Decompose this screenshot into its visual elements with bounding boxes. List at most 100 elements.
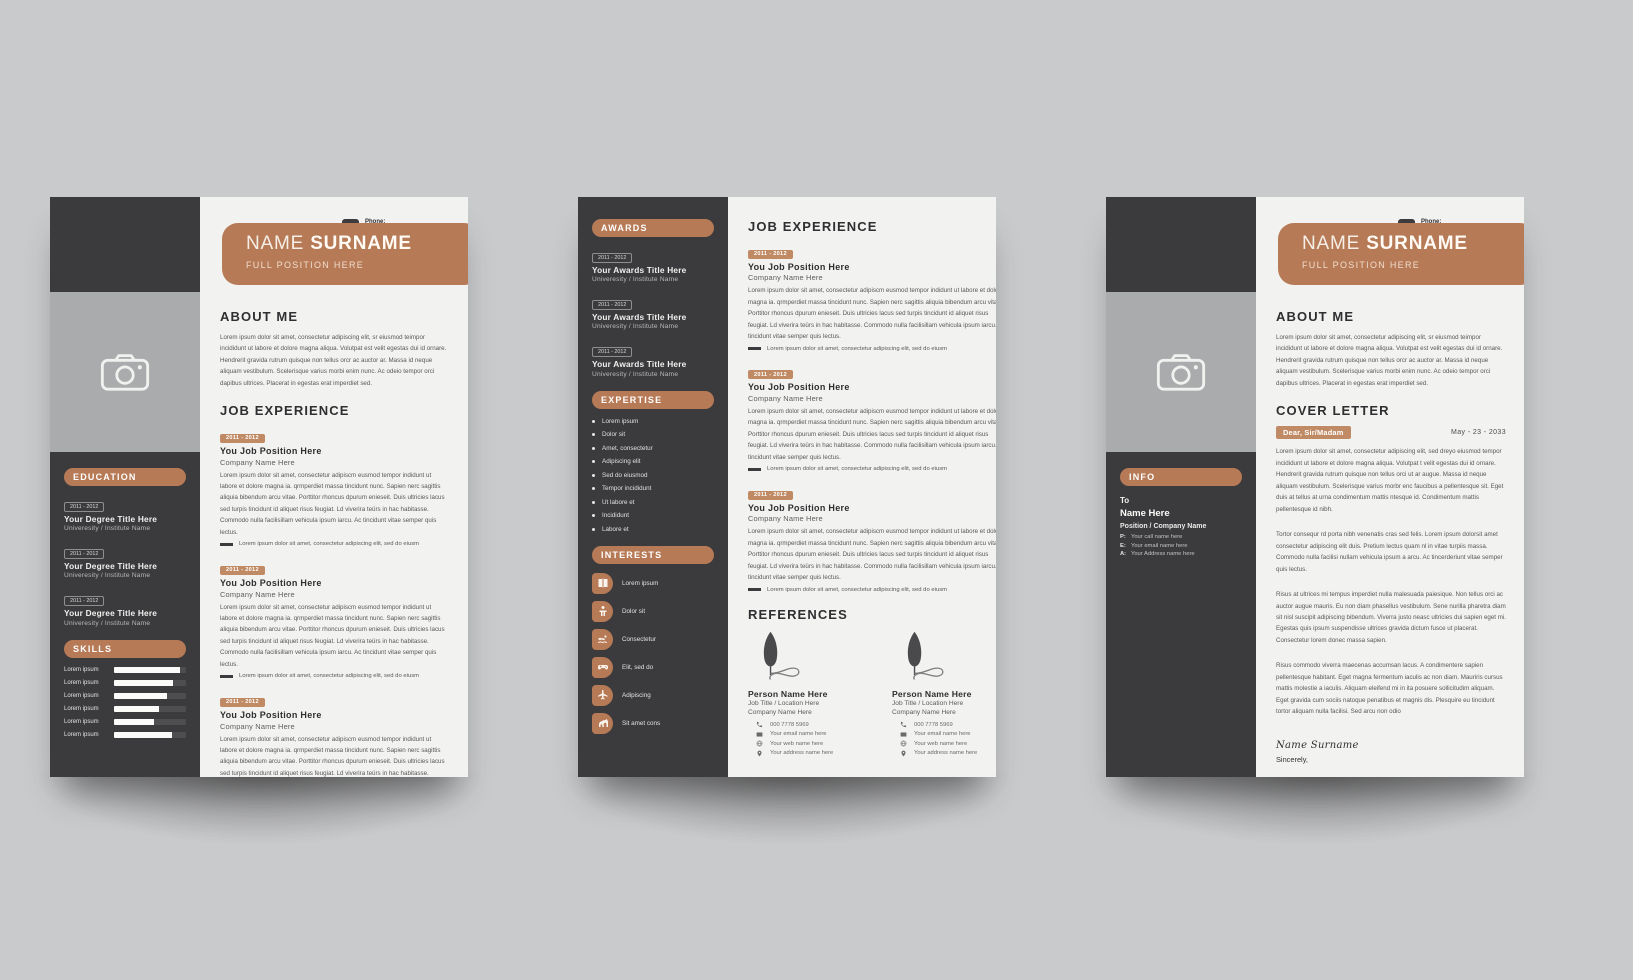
job-title: You Job Position Here [748,261,850,272]
award-school: Univeresity / Institute Name [592,370,679,378]
reference-web-value: Your web name here [770,740,824,747]
job-description: Lorem ipsum dolor sit amet, consectetur … [220,735,445,777]
job-company: Company Name Here [748,393,823,403]
expertise-heading: EXPERTISE [592,390,714,409]
skill-label: Lorem ipsum [64,705,99,712]
award-entry: 2011 - 2012 Your Awards Title Here Unive… [592,246,714,283]
page3-main: NAME SURNAME FULL POSITION HERE Phone: Y… [1256,197,1524,777]
page1-sidebar: EDUCATION 2011 - 2012 Your Degree Title … [50,197,200,777]
reference-address-value: Your address name here [770,750,834,757]
job-year: 2011 - 2012 [748,370,793,380]
reference-name: Person Name Here [892,688,972,699]
photo-placeholder[interactable] [1106,292,1256,452]
about-me-text: Lorem ipsum dolor sit amet, consectetur … [1276,334,1503,387]
bullet-dot-icon [592,487,595,491]
job-description: Lorem ipsum dolor sit amet, consectetur … [748,407,996,461]
interest-label: Dolor sit [622,607,646,615]
interest-item: Dolor sit [592,600,714,622]
info-email-value: Your email name here [1131,542,1188,549]
interests-heading: INTERESTS [592,545,714,564]
dash-icon [220,674,233,678]
page2-sidebar: AWARDS 2011 - 2012 Your Awards Title Her… [578,197,728,777]
full-name: NAME SURNAME [1302,233,1524,255]
bullet-dot-icon [592,446,595,450]
reference-phone: 000 7778 5969 [892,721,996,728]
reference-phone-value: 000 7778 5969 [770,721,809,728]
job-description: Lorem ipsum dolor sit amet, consectetur … [748,287,996,341]
reference-email: Your email name here [748,731,866,738]
job-title: You Job Position Here [220,709,322,720]
job-entry: 2011 - 2012 You Job Position Here Compan… [748,363,996,472]
job-position-subtitle: FULL POSITION HERE [1302,259,1421,270]
reference-web-value: Your web name here [914,740,968,747]
cover-letter-header: Dear, Sir/Madam May - 23 - 2033 [1276,426,1506,440]
expertise-label: Adipiscing elit [602,458,641,466]
camera-icon [1156,354,1206,391]
job-title: You Job Position Here [220,445,322,456]
page-shadow-2 [568,772,1008,842]
job-position-subtitle: FULL POSITION HERE [246,259,365,270]
reference-card: Person Name Here Job Title / Location He… [892,630,996,760]
job-year: 2011 - 2012 [748,249,793,259]
education-school: Univeresity / Institute Name [64,619,151,627]
info-address-line: A: Your Address name here [1120,551,1242,557]
mockup-stage: EDUCATION 2011 - 2012 Your Degree Title … [0,0,1633,980]
signature-name: Name Surname [1276,739,1359,751]
book-icon [592,572,613,594]
signature-closing: Sincerely, [1276,754,1308,764]
page2-sidebar-body: AWARDS 2011 - 2012 Your Awards Title Her… [578,197,728,777]
email-icon [756,732,763,737]
expertise-item: Tempor incididunt [592,485,714,492]
education-school: Univeresity / Institute Name [64,572,151,580]
airplane-icon [592,684,613,706]
dash-icon [748,347,761,351]
education-year: 2011 - 2012 [64,596,105,607]
education-degree: Your Degree Title Here [64,608,158,619]
education-degree: Your Degree Title Here [64,514,158,524]
photo-placeholder[interactable] [50,292,200,452]
job-company: Company Name Here [220,721,295,731]
page1-main: NAME SURNAME FULL POSITION HERE Phone: Y… [200,197,468,777]
job-title: You Job Position Here [748,382,850,393]
swimming-icon [592,628,613,650]
interest-label: Elit, sed do [622,663,654,671]
sidebar-header-spacer [50,197,200,292]
award-entry: 2011 - 2012 Your Awards Title Here Unive… [592,340,714,378]
reference-address: Your address name here [892,750,996,757]
interest-label: Sit amet cons [622,719,661,727]
expertise-item: Incididunt [592,512,714,519]
expertise-item: Adipiscing elit [592,458,714,465]
bullet-dot-icon [592,527,595,531]
skill-label: Lorem ipsum [64,731,99,738]
references-list: Person Name Here Job Title / Location He… [748,630,996,760]
interest-label: Adipiscing [622,691,651,699]
interest-item: Elit, sed do [592,656,714,678]
horse-icon [592,712,613,734]
references-heading: REFERENCES [748,606,848,622]
skill-row: Lorem ipsum [64,679,186,686]
cover-letter-salutation: Dear, Sir/Madam [1276,426,1351,440]
sidebar-header-spacer [1106,197,1256,292]
signature-block: Name Surname Sincerely, [1276,740,1506,764]
phone-icon [900,722,907,728]
skill-track [114,718,186,725]
about-me-heading: ABOUT ME [1276,309,1355,324]
awards-heading: AWARDS [592,219,714,237]
info-heading: INFO [1120,468,1242,486]
reference-email-value: Your email name here [770,731,827,738]
skills-heading: SKILLS [64,639,186,658]
job-company: Company Name Here [748,273,823,283]
job-description: Lorem ipsum dolor sit amet, consectetur … [220,603,445,668]
expertise-item: Amet, consectetur [592,445,714,452]
job-description: Lorem ipsum dolor sit amet, consectetur … [220,471,445,536]
skill-label: Lorem ipsum [64,679,99,686]
skill-track [114,731,186,738]
skill-fill [114,705,159,712]
page-shadow-1 [40,772,480,842]
quill-icon [763,631,800,680]
job-year: 2011 - 2012 [220,565,265,575]
award-year: 2011 - 2012 [592,347,633,358]
expertise-label: Sed do eiusmod [602,471,648,479]
interest-item: Adipiscing [592,684,714,706]
job-bullet: Lorem ipsum dolor sit amet, consectetur … [748,466,996,472]
